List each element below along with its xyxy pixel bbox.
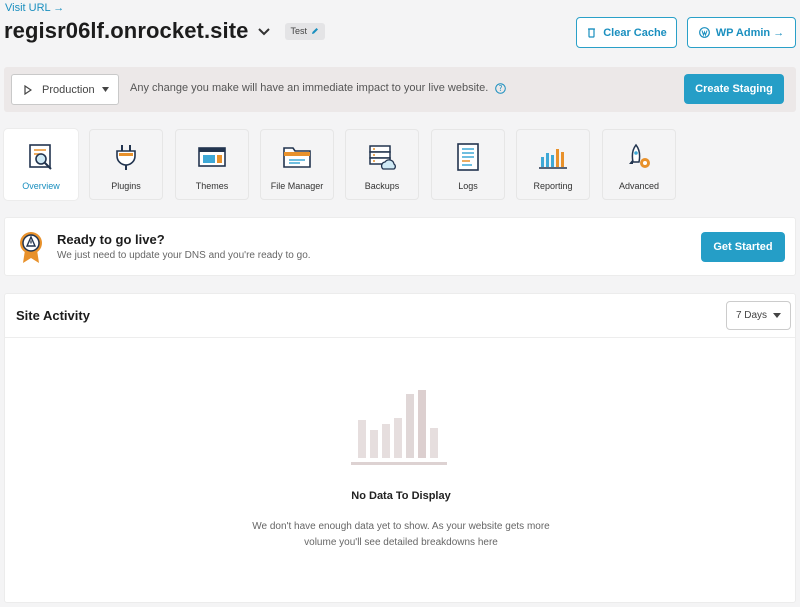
date-range-value: 7 Days [735,310,768,321]
empty-state-line: volume you'll see detailed breakdowns he… [304,537,498,548]
site-activity-panel: Site Activity 7 Days No Data To Display … [4,293,796,603]
award-ribbon-icon [20,232,42,263]
empty-chart-illustration [351,390,447,465]
caret-down-icon [101,87,109,92]
tool-reporting[interactable]: Reporting [516,129,590,200]
tool-label: Plugins [111,181,141,191]
tool-label: Reporting [533,181,573,191]
rocket-gear-icon [629,143,650,168]
pencil-icon [312,28,319,34]
wp-admin-label: WP Admin → [715,26,785,39]
date-range-select[interactable]: 7 Days [726,301,791,330]
tool-label: Logs [458,181,478,191]
chevron-down-icon[interactable] [257,26,271,36]
tool-label: Advanced [618,181,660,191]
empty-state-title: No Data To Display [351,490,451,502]
tool-label: Themes [195,181,229,191]
overview-icon [29,144,52,170]
environment-warning: Any change you make will have an immedia… [130,82,507,94]
empty-state-message: We don't have enough data yet to show. A… [5,519,797,551]
site-activity-title: Site Activity [16,308,90,323]
themes-icon [198,147,226,167]
environment-badge-label: Test [290,26,308,36]
tool-label: Backups [364,181,400,191]
wordpress-icon [698,27,710,38]
environment-warning-text: Any change you make will have an immedia… [130,82,489,94]
get-started-button[interactable]: Get Started [701,232,785,262]
tool-overview[interactable]: Overview [4,129,78,200]
logs-icon [457,143,479,171]
tool-themes[interactable]: Themes [175,129,249,200]
tool-logs[interactable]: Logs [431,129,505,200]
clear-cache-label: Clear Cache [603,26,667,39]
tool-advanced[interactable]: Advanced [602,129,676,200]
tool-file-manager[interactable]: File Manager [260,129,334,200]
tool-label: Overview [22,181,60,191]
wp-admin-button[interactable]: WP Admin → [687,17,796,48]
tool-label: File Manager [270,181,324,191]
backups-icon [369,145,396,170]
go-live-card: Ready to go live? We just need to update… [4,217,796,276]
go-live-subtitle: We just need to update your DNS and you'… [57,250,311,261]
play-icon [24,84,32,95]
go-live-title: Ready to go live? [57,232,165,247]
tool-backups[interactable]: Backups [345,129,419,200]
clear-cache-button[interactable]: Clear Cache [576,17,677,48]
help-icon[interactable]: ? [495,82,507,94]
environment-bar: Production Any change you make will have… [4,67,796,112]
tool-plugins[interactable]: Plugins [89,129,163,200]
environment-select[interactable]: Production [11,74,119,105]
create-staging-button[interactable]: Create Staging [684,74,784,104]
trash-icon [588,28,596,38]
empty-state-line: We don't have enough data yet to show. A… [252,521,550,532]
plugin-icon [116,145,136,170]
environment-select-value: Production [42,83,95,96]
svg-text:?: ? [499,84,503,93]
environment-badge[interactable]: Test [284,22,326,40]
caret-down-icon [773,313,782,318]
site-activity-header: Site Activity 7 Days [5,294,795,338]
site-title-row: regisr06lf.onrocket.site Test [4,18,326,44]
site-name: regisr06lf.onrocket.site [4,18,249,43]
reporting-icon [539,149,567,169]
visit-url-link[interactable]: Visit URL → [5,2,64,14]
folder-icon [283,147,311,168]
